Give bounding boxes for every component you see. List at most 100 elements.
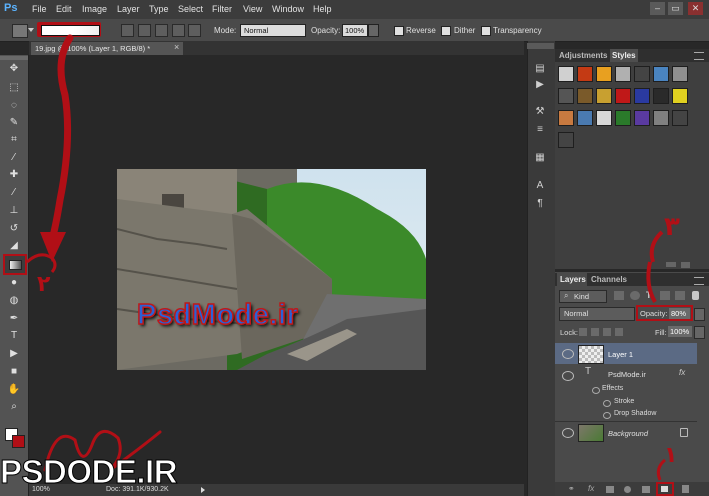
eyedropper-tool-icon[interactable]: ⁄ xyxy=(6,151,22,165)
filter-smart-object-icon[interactable] xyxy=(675,291,685,300)
style-swatch[interactable] xyxy=(596,66,612,82)
tool-presets-icon[interactable]: ⚒ xyxy=(533,106,547,118)
tab-adjustments[interactable]: Adjustments xyxy=(559,51,607,60)
marquee-tool-icon[interactable]: ⬚ xyxy=(6,81,22,95)
lock-position-icon[interactable] xyxy=(603,328,611,336)
visibility-eye-icon[interactable] xyxy=(562,428,574,438)
style-swatch[interactable] xyxy=(615,66,631,82)
layers-panel-menu-icon[interactable] xyxy=(694,277,704,285)
transparency-checkbox[interactable] xyxy=(481,26,491,36)
stroke-effect-label[interactable]: Stroke xyxy=(614,398,634,405)
menu-image[interactable]: Image xyxy=(82,4,107,14)
visibility-eye-icon[interactable] xyxy=(562,349,574,359)
style-swatch[interactable] xyxy=(558,110,574,126)
path-selection-tool-icon[interactable]: ▶ xyxy=(6,347,22,361)
tab-styles[interactable]: Styles xyxy=(612,51,636,60)
brush-tool-icon[interactable]: ⁄ xyxy=(6,186,22,200)
stroke-eye-icon[interactable] xyxy=(603,400,611,407)
close-tab-icon[interactable]: × xyxy=(174,42,179,52)
new-layer-icon[interactable] xyxy=(661,486,668,492)
menu-type[interactable]: Type xyxy=(149,4,169,14)
style-swatch[interactable] xyxy=(653,110,669,126)
text-layer-name[interactable]: PsdMode.ir xyxy=(608,370,646,379)
healing-brush-tool-icon[interactable]: ✚ xyxy=(6,168,22,182)
opacity-input[interactable]: 100% xyxy=(342,24,368,37)
drop-shadow-eye-icon[interactable] xyxy=(603,412,611,419)
lock-all-icon[interactable] xyxy=(615,328,623,336)
document-canvas[interactable]: PsdMode.ir xyxy=(117,169,426,370)
style-swatch[interactable] xyxy=(634,88,650,104)
new-style-icon[interactable] xyxy=(666,262,676,267)
eraser-tool-icon[interactable]: ◢ xyxy=(6,239,22,253)
layer-opacity-input[interactable]: 80% xyxy=(669,308,690,319)
clone-stamp-tool-icon[interactable]: ⊥ xyxy=(6,204,22,218)
menu-help[interactable]: Help xyxy=(313,4,332,14)
style-swatch[interactable] xyxy=(577,88,593,104)
style-swatch[interactable] xyxy=(596,88,612,104)
style-swatch[interactable] xyxy=(558,88,574,104)
tab-layers[interactable]: Layers xyxy=(560,275,586,284)
background-layer-name[interactable]: Background xyxy=(608,429,648,438)
rectangle-tool-icon[interactable]: ■ xyxy=(6,365,22,379)
maximize-button[interactable]: ▭ xyxy=(668,2,683,15)
style-swatch[interactable] xyxy=(634,110,650,126)
style-swatch[interactable] xyxy=(615,110,631,126)
style-swatch[interactable] xyxy=(615,88,631,104)
new-adjustment-icon[interactable] xyxy=(624,486,631,493)
add-style-icon[interactable]: fx xyxy=(588,484,594,493)
style-swatch[interactable] xyxy=(558,132,574,148)
fill-dropdown[interactable] xyxy=(694,326,705,339)
dodge-tool-icon[interactable]: ◍ xyxy=(6,294,22,308)
delete-style-icon[interactable] xyxy=(681,262,690,268)
angle-gradient-icon[interactable] xyxy=(155,24,168,37)
tab-channels[interactable]: Channels xyxy=(591,275,627,284)
hand-tool-icon[interactable]: ✋ xyxy=(6,383,22,397)
style-swatch[interactable] xyxy=(653,88,669,104)
layer-filter-select[interactable]: ⌕ Kind xyxy=(559,290,607,303)
gradient-tool-preset-icon[interactable] xyxy=(12,24,28,38)
dock-grip[interactable] xyxy=(527,43,554,49)
actions-panel-icon[interactable]: ▶ xyxy=(533,79,547,91)
menu-select[interactable]: Select xyxy=(178,4,203,14)
history-brush-tool-icon[interactable]: ↺ xyxy=(6,222,22,236)
canvas-text-layer[interactable]: PsdMode.ir xyxy=(136,298,298,332)
background-color-swatch[interactable] xyxy=(12,435,25,448)
filter-toggle-switch[interactable] xyxy=(692,291,699,300)
fill-input[interactable]: 100% xyxy=(668,326,692,337)
lock-transparent-icon[interactable] xyxy=(579,328,587,336)
status-menu-arrow-icon[interactable] xyxy=(201,487,205,493)
diamond-gradient-icon[interactable] xyxy=(188,24,201,37)
menu-layer[interactable]: Layer xyxy=(117,4,140,14)
close-window-button[interactable]: ✕ xyxy=(688,2,703,15)
linear-gradient-icon[interactable] xyxy=(121,24,134,37)
menu-view[interactable]: View xyxy=(243,4,262,14)
dither-checkbox[interactable] xyxy=(441,26,451,36)
style-swatch[interactable] xyxy=(653,66,669,82)
lock-image-icon[interactable] xyxy=(591,328,599,336)
style-swatch[interactable] xyxy=(672,88,688,104)
filter-type-icon[interactable]: T xyxy=(646,290,656,301)
radial-gradient-icon[interactable] xyxy=(138,24,151,37)
style-swatch[interactable] xyxy=(577,66,593,82)
style-swatch[interactable] xyxy=(672,66,688,82)
add-mask-icon[interactable] xyxy=(606,486,614,493)
drop-shadow-effect-label[interactable]: Drop Shadow xyxy=(614,410,656,417)
style-swatch[interactable] xyxy=(634,66,650,82)
history-panel-icon[interactable]: ▤ xyxy=(533,63,547,75)
toolbar-grip[interactable] xyxy=(0,56,28,60)
blend-mode-select[interactable]: Normal xyxy=(559,307,635,321)
opacity-dropdown-button[interactable] xyxy=(368,24,379,37)
visibility-eye-icon[interactable] xyxy=(562,371,574,381)
chevron-down-icon[interactable] xyxy=(28,28,34,32)
pen-tool-icon[interactable]: ✒ xyxy=(6,312,22,326)
link-layers-icon[interactable]: ⚭ xyxy=(568,484,575,493)
fx-icon[interactable]: fx xyxy=(679,368,685,377)
new-group-icon[interactable] xyxy=(642,486,650,493)
filter-adjustment-icon[interactable] xyxy=(630,291,640,300)
type-tool-icon[interactable]: T xyxy=(6,329,22,343)
menu-filter[interactable]: Filter xyxy=(212,4,232,14)
menu-file[interactable]: File xyxy=(32,4,47,14)
quick-selection-tool-icon[interactable]: ✎ xyxy=(6,116,22,130)
reverse-checkbox[interactable] xyxy=(394,26,404,36)
layer-opacity-dropdown[interactable] xyxy=(694,308,705,321)
